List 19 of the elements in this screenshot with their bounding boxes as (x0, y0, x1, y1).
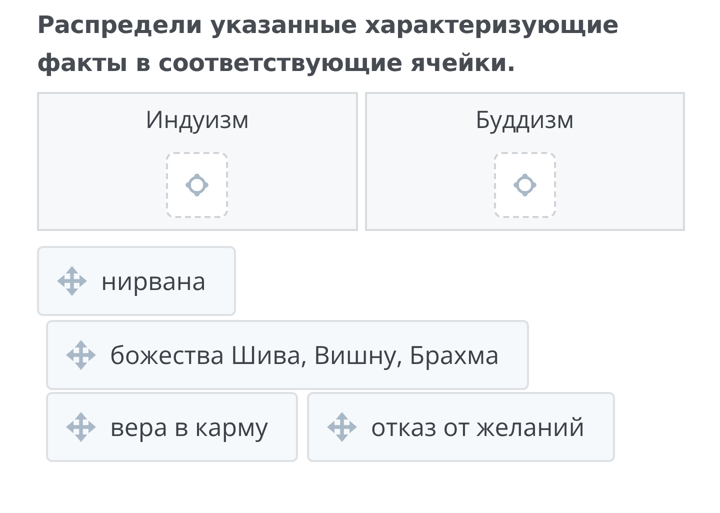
move-icon (66, 412, 96, 442)
draggable-card[interactable]: нирвана (37, 246, 236, 316)
move-icon (66, 340, 96, 370)
move-icon (326, 412, 357, 442)
card-label: божества Шива, Вишну, Брахма (110, 338, 500, 372)
move-icon (57, 266, 87, 296)
card-label: нирвана (101, 264, 206, 298)
draggable-card[interactable]: вера в карму (46, 392, 298, 462)
category-label: Буддизм (475, 104, 574, 136)
drop-zone[interactable] (166, 152, 228, 218)
drop-zone[interactable] (494, 152, 556, 218)
card-label: вера в карму (110, 410, 268, 444)
draggable-card[interactable]: божества Шива, Вишну, Брахма (46, 320, 530, 390)
target-icon (512, 172, 538, 198)
category-label: Индуизм (145, 104, 250, 136)
draggable-card[interactable]: отказ от желаний (306, 392, 615, 462)
target-icon (184, 172, 210, 198)
card-label: отказ от желаний (370, 410, 585, 444)
instruction-text: Распредели указанные характеризующие факты в соответствующие ячейки. (37, 10, 620, 79)
